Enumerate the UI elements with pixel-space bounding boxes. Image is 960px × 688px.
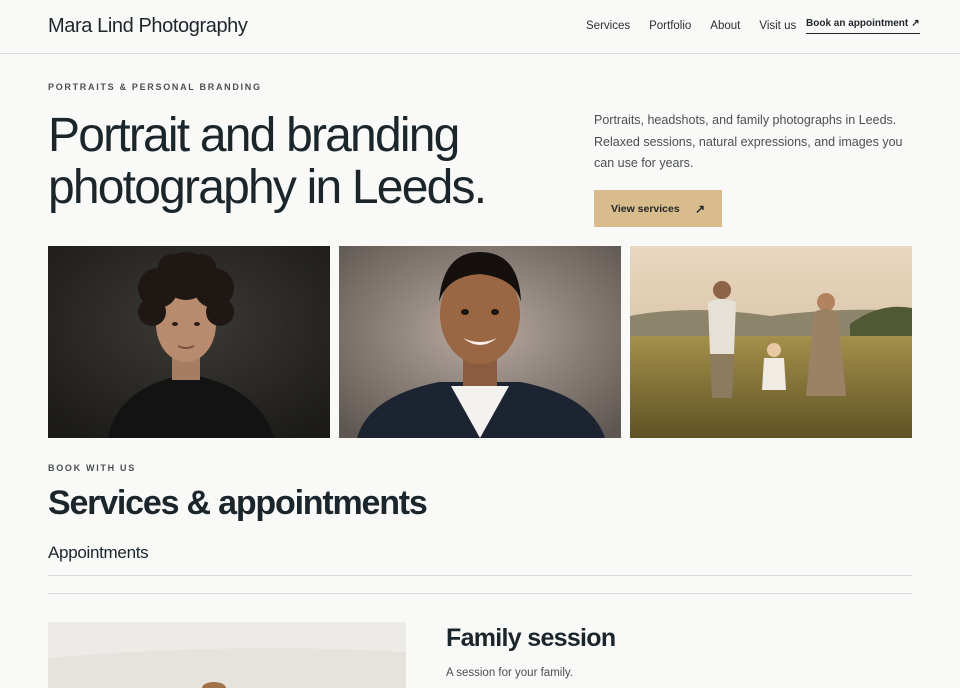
book-appointment-label: Book an appointment (806, 18, 909, 29)
hero-title-line-1: Portrait and branding (48, 109, 460, 162)
divider (48, 575, 912, 576)
services-eyebrow: BOOK WITH US (48, 463, 136, 473)
nav-visit-us[interactable]: Visit us (759, 20, 796, 32)
hero-description: Portraits, headshots, and family photogr… (594, 113, 903, 170)
nav-services[interactable]: Services (586, 20, 630, 32)
view-services-button[interactable]: View services ↗ (594, 190, 722, 227)
nav-portfolio[interactable]: Portfolio (649, 20, 691, 32)
arrow-up-right-icon: ↗ (911, 18, 920, 29)
divider (48, 593, 912, 594)
hero-title-line-2: photography in Leeds. (48, 161, 487, 214)
arrow-up-right-icon: ↗ (694, 201, 705, 216)
site-header: Mara Lind Photography Services Portfolio… (0, 0, 960, 54)
book-appointment-link[interactable]: Book an appointment ↗ (806, 18, 920, 34)
services-title: Services & appointments (48, 484, 428, 522)
nav-about[interactable]: About (710, 20, 740, 32)
hero-eyebrow: PORTRAITS & PERSONAL BRANDING (48, 82, 262, 92)
family-session-description: A session for your family. (446, 667, 573, 679)
family-photo-field (630, 246, 912, 438)
family-session-title: Family session (446, 624, 616, 652)
hero-title: Portrait and branding photography in Lee… (48, 110, 568, 214)
view-services-label: View services (611, 202, 680, 215)
family-session-photo (48, 622, 406, 688)
appointments-heading: Appointments (48, 543, 149, 562)
portrait-photo-woman (48, 246, 330, 438)
main-nav: Services Portfolio About Visit us Book a… (586, 18, 920, 34)
portrait-photo-man (339, 246, 621, 438)
brand-logo[interactable]: Mara Lind Photography (48, 15, 248, 38)
